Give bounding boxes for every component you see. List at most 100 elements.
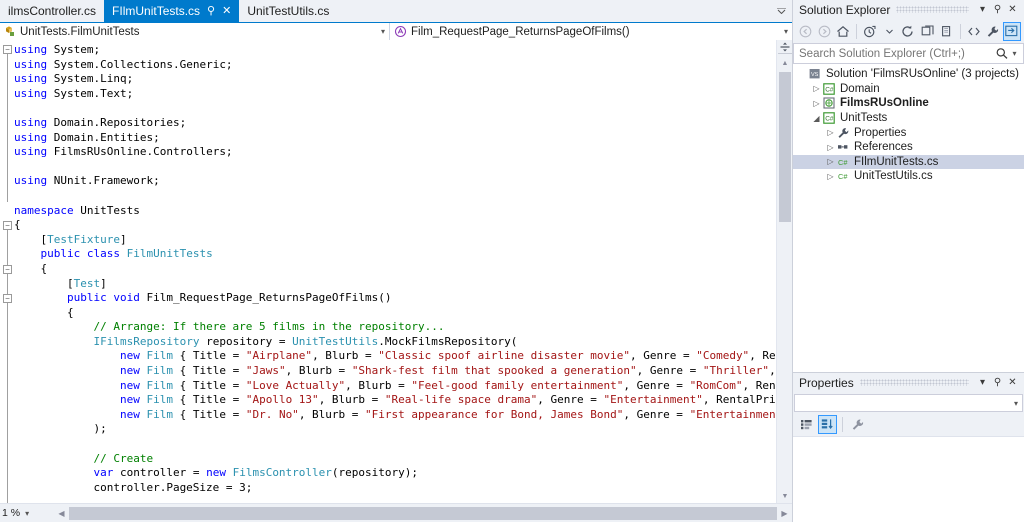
editor-horizontal-scrollbar[interactable]: ◀ ▶ (54, 504, 792, 522)
scroll-up-arrow[interactable]: ▲ (778, 56, 792, 70)
tree-item-references[interactable]: ▷ References (793, 140, 1024, 155)
dropdown-icon[interactable]: ▾ (975, 377, 990, 388)
navbar-member-name: Film_RequestPage_ReturnsPageOfFilms() (411, 25, 630, 38)
code-token: controller.PageSize = 3; (14, 480, 253, 494)
wrench-icon[interactable] (984, 22, 1002, 41)
expand-triangle-icon[interactable]: ▷ (811, 84, 822, 93)
solution-tree[interactable]: VS Solution 'FilmsRUsOnline' (3 projects)… (793, 64, 1024, 372)
expand-triangle-icon[interactable]: ▷ (825, 128, 836, 137)
tree-item-filmunittests-cs[interactable]: ▷ C# FIlmUnitTests.cs (793, 154, 1024, 170)
tree-item-domain[interactable]: ▷ C# Domain (793, 82, 1024, 97)
categorized-icon[interactable] (797, 415, 816, 434)
fold-toggle-usings[interactable]: − (3, 45, 12, 54)
dropdown-icon[interactable]: ▾ (975, 4, 990, 15)
tree-item-unittests[interactable]: ◢ C# UnitTests (793, 111, 1024, 126)
properties-pane: Properties ▾ ⚲ ✕ ▾ (793, 372, 1024, 522)
tree-item-label: FIlmUnitTests.cs (854, 155, 939, 168)
search-input[interactable] (799, 47, 995, 60)
navbar-member-dropdown[interactable]: Film_RequestPage_ReturnsPageOfFilms() ▾ (390, 23, 792, 40)
code-token: "Shark-fest film that spooked a generati… (351, 364, 637, 378)
drag-grip[interactable] (859, 379, 969, 386)
show-all-files-icon[interactable] (938, 22, 956, 41)
chevron-down-icon[interactable] (880, 22, 898, 41)
properties-grid[interactable] (793, 436, 1024, 522)
editor-vertical-scrollbar[interactable]: ▲ ▼ (776, 40, 792, 503)
expand-triangle-icon[interactable]: ▷ (825, 143, 836, 152)
pending-changes-icon[interactable] (861, 22, 879, 41)
pin-icon[interactable]: ⚲ (207, 5, 215, 17)
editor-tab-filmscontroller[interactable]: ilmsController.cs (0, 0, 105, 22)
refresh-icon[interactable] (899, 22, 917, 41)
tree-item-properties[interactable]: ▷ Properties (793, 125, 1024, 140)
fold-toggle-method[interactable]: − (3, 294, 12, 303)
fold-toggle-namespace[interactable]: − (3, 221, 12, 230)
drag-grip[interactable] (896, 6, 969, 13)
magnifier-icon[interactable] (995, 47, 1009, 60)
scrollbar-thumb[interactable] (779, 72, 791, 222)
toolbar-separator (856, 23, 858, 39)
code-token: Domain.Entities; (53, 130, 160, 144)
alphabetical-sort-icon[interactable] (818, 414, 837, 434)
split-view-icon[interactable] (778, 40, 792, 54)
solution-explorer-search[interactable]: ▾ (793, 43, 1024, 64)
editor-tab-filmunittests[interactable]: FIlmUnitTests.cs ⚲ ✕ (104, 0, 240, 22)
code-token: Domain.Repositories; (53, 115, 187, 129)
preview-window-icon[interactable] (1002, 21, 1022, 41)
home-icon[interactable] (834, 22, 852, 41)
expand-triangle-icon[interactable]: ▷ (811, 99, 822, 108)
close-icon[interactable]: ✕ (1005, 377, 1020, 388)
tree-item-solution-filmsrusonline-3-projects[interactable]: VS Solution 'FilmsRUsOnline' (3 projects) (793, 67, 1024, 82)
chevron-down-icon[interactable]: ▾ (784, 27, 788, 36)
chevron-down-icon[interactable]: ▾ (20, 509, 34, 518)
tree-item-unittestutils-cs[interactable]: ▷ C# UnitTestUtils.cs (793, 169, 1024, 184)
chevron-down-icon[interactable]: ▾ (381, 27, 385, 36)
code-token: { Title = (172, 378, 246, 392)
pin-icon[interactable]: ⚲ (990, 4, 1005, 15)
code-token: // Create (93, 451, 154, 465)
expand-triangle-icon[interactable]: ▷ (825, 157, 836, 166)
wrench-icon[interactable] (848, 415, 867, 434)
editor-tab-unittestutils[interactable]: UnitTestUtils.cs (239, 0, 338, 22)
close-icon[interactable]: ✕ (222, 5, 231, 17)
close-icon[interactable]: ✕ (1005, 4, 1020, 15)
collapse-triangle-icon[interactable]: ◢ (811, 114, 822, 123)
scroll-down-arrow[interactable]: ▼ (778, 489, 792, 503)
tree-item-filmsrusonline[interactable]: ▷ FilmsRUsOnline (793, 96, 1024, 111)
tree-item-label: Solution 'FilmsRUsOnline' (3 projects) (826, 68, 1019, 81)
code-token: public class (40, 247, 127, 261)
scrollbar-thumb[interactable] (69, 506, 777, 520)
scroll-right-arrow[interactable]: ▶ (777, 509, 792, 518)
code-token: "Airplane" (245, 349, 313, 363)
collapse-all-icon[interactable] (919, 22, 937, 41)
scroll-left-arrow[interactable]: ◀ (54, 509, 69, 518)
code-brackets-icon[interactable] (965, 22, 983, 41)
chevron-down-icon[interactable]: ▾ (1009, 49, 1020, 58)
navbar-type-dropdown[interactable]: UnitTests.FilmUnitTests ▾ (0, 23, 390, 40)
code-token: { (14, 218, 21, 232)
zoom-level-control[interactable]: 1 % ▾ (0, 504, 54, 522)
properties-object-selector[interactable]: ▾ (794, 394, 1023, 412)
visual-studio-window: ilmsController.cs FIlmUnitTests.cs ⚲ ✕ U… (0, 0, 1024, 522)
code-token: [ (14, 232, 48, 246)
code-token: FilmUnitTests (126, 247, 213, 261)
code-editor-surface[interactable]: − − − − using System; using System.Colle… (0, 40, 792, 503)
expand-triangle-icon[interactable]: ▷ (825, 172, 836, 181)
svg-text:C#: C# (825, 86, 834, 93)
code-text-area[interactable]: using System; using System.Collections.G… (14, 40, 792, 503)
code-token: { Title = (172, 349, 246, 363)
tree-item-label: UnitTests (840, 112, 888, 125)
forward-arrow-icon[interactable] (815, 22, 833, 41)
source-code[interactable]: using System; using System.Collections.G… (14, 40, 792, 503)
outlining-margin[interactable]: − − − − (0, 40, 14, 503)
back-arrow-icon[interactable] (796, 22, 814, 41)
csharp-file-icon: C# (836, 156, 851, 168)
fold-toggle-class[interactable]: − (3, 265, 12, 274)
chevron-down-icon[interactable] (770, 0, 792, 22)
code-token: , Genre = (629, 349, 697, 363)
pin-icon[interactable]: ⚲ (990, 377, 1005, 388)
chevron-down-icon[interactable]: ▾ (1014, 399, 1018, 408)
solution-explorer-title: Solution Explorer (799, 2, 891, 17)
